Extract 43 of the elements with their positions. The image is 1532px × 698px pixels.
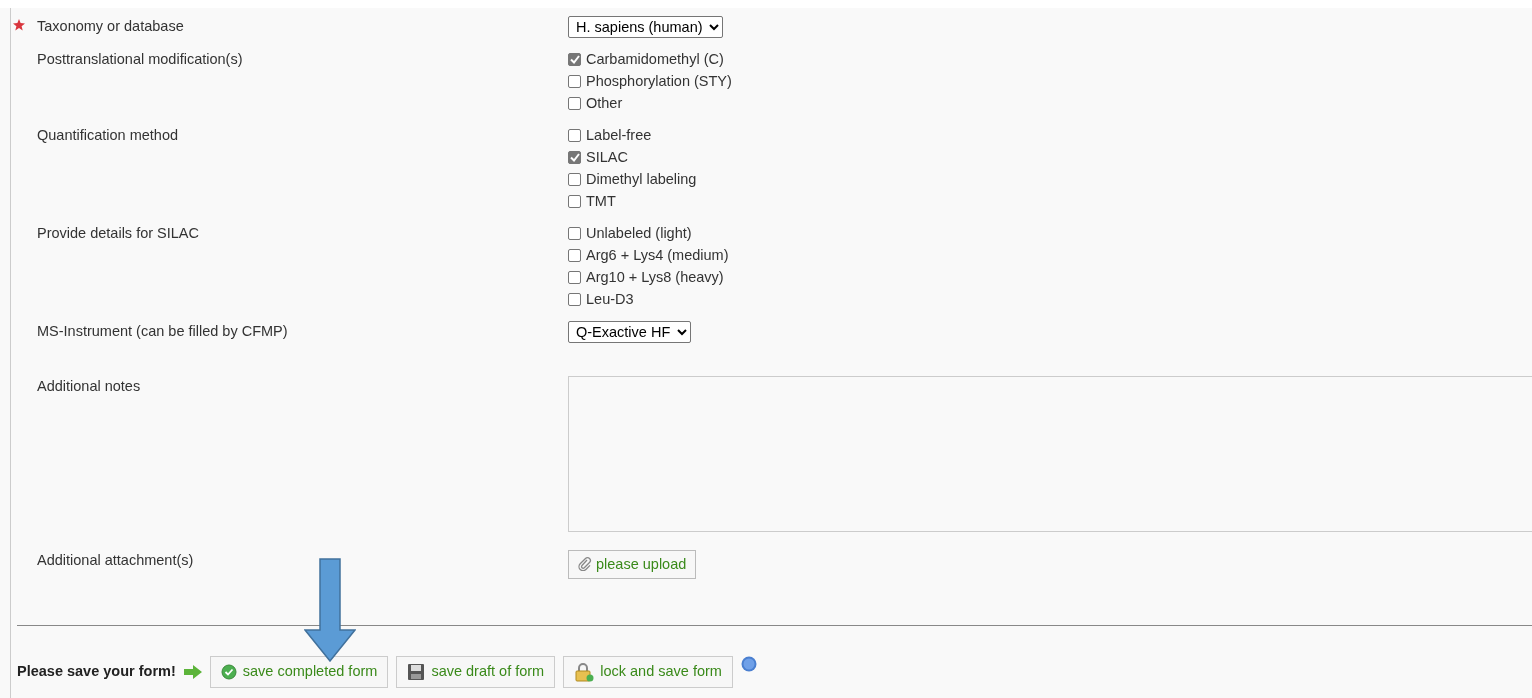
field-label: Additional attachment(s) (37, 551, 194, 568)
checkbox-label: Unlabeled (light) (586, 223, 692, 243)
checkbox[interactable] (568, 195, 581, 209)
checkbox-label: Leu-D3 (586, 289, 634, 309)
check-circle-icon (220, 664, 237, 681)
checkbox[interactable] (568, 227, 581, 241)
right-arrow-icon (183, 665, 202, 680)
save-button[interactable]: save completed form (209, 656, 389, 688)
checkbox[interactable] (568, 173, 581, 187)
help-icon[interactable] (740, 656, 757, 673)
field-label: Provide details for SILAC (37, 224, 199, 241)
field-label: Quantification method (37, 126, 179, 143)
field-label: Taxonomy or database (37, 18, 184, 34)
checkbox[interactable] (568, 75, 581, 89)
lock-icon (574, 662, 595, 683)
checkbox[interactable] (568, 293, 581, 307)
checkbox[interactable] (568, 249, 581, 263)
checkbox[interactable] (568, 151, 581, 165)
checkbox-label: Phosphorylation (STY) (586, 71, 732, 91)
checkbox-label: Arg6 + Lys4 (medium) (586, 245, 729, 265)
checkbox[interactable] (568, 53, 581, 67)
field-label: Posttranslational modification(s) (37, 50, 243, 67)
checkbox-label: TMT (586, 191, 616, 211)
checkbox-label: Carbamidomethyl (C) (586, 49, 724, 69)
checkbox[interactable] (568, 129, 581, 143)
arrow-icon (304, 558, 356, 662)
save-button[interactable]: save draft of form (396, 656, 556, 688)
checkbox-label: SILAC (586, 147, 628, 167)
notes-field[interactable] (568, 375, 1532, 532)
checkbox[interactable] (568, 97, 581, 111)
save-prompt: Please save your form! (17, 662, 176, 682)
dropdown[interactable]: Q-Exactive HF (568, 320, 691, 343)
upload-button[interactable]: please upload (568, 549, 697, 580)
checkbox-label: Label-free (586, 125, 652, 145)
checkbox-label: Dimethyl labeling (586, 169, 697, 189)
dropdown[interactable]: H. sapiens (human) (568, 16, 723, 38)
paperclip-icon (578, 557, 592, 572)
save-button[interactable]: lock and save form (563, 656, 733, 688)
field-label: MS-Instrument (can be filled by CFMP) (37, 322, 288, 339)
checkbox-label: Other (586, 93, 623, 113)
checkbox[interactable] (568, 271, 581, 285)
field-label: Additional notes (37, 377, 141, 394)
checkbox-label: Arg10 + Lys8 (heavy) (586, 267, 724, 287)
